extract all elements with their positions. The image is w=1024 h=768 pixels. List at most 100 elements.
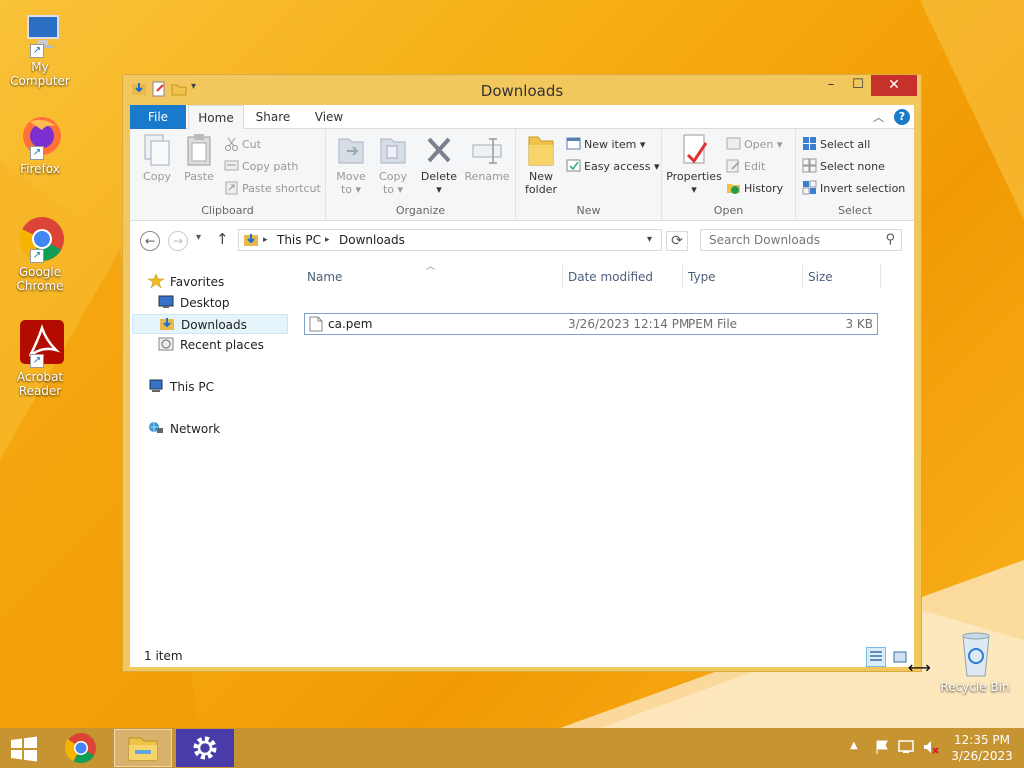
nav-downloads[interactable]: Downloads xyxy=(132,314,288,334)
address-dropdown-chevron-icon[interactable]: ▾ xyxy=(647,234,652,245)
search-box[interactable]: Search Downloads ⚲ xyxy=(700,229,902,251)
acrobat-icon: ↗ xyxy=(16,320,64,368)
address-row: ← → ▾ ↑ ▸ This PC ▸ Downloads ▾ ⟳ Search… xyxy=(130,223,914,257)
select-none-icon xyxy=(802,158,817,173)
nav-desktop[interactable]: Desktop xyxy=(158,293,230,313)
search-icon[interactable]: ⚲ xyxy=(885,232,895,247)
volume-muted-icon[interactable] xyxy=(922,739,940,758)
details-view-button[interactable] xyxy=(866,647,886,667)
desktop-icon-label: Acrobat Reader xyxy=(16,370,64,398)
edit-button[interactable]: Edit xyxy=(726,157,765,177)
nav-desktop-label: Desktop xyxy=(180,296,230,310)
nav-recent-places[interactable]: Recent places xyxy=(158,335,264,355)
minimize-button[interactable]: – xyxy=(817,75,845,96)
select-all-button[interactable]: Select all xyxy=(802,135,870,155)
start-button[interactable] xyxy=(0,729,48,767)
computer-icon: ↗ xyxy=(16,10,64,58)
back-button[interactable]: ← xyxy=(140,231,160,251)
easy-access-button[interactable]: Easy access ▾ xyxy=(566,157,660,177)
cut-button[interactable]: Cut xyxy=(224,135,261,155)
move-to-button[interactable]: Move to ▾ xyxy=(330,133,372,196)
desktop-icon-firefox[interactable]: ↗ Firefox xyxy=(0,112,80,176)
column-header-size[interactable]: Size xyxy=(808,267,833,287)
group-label-organize: Organize xyxy=(395,204,446,217)
tab-home[interactable]: Home xyxy=(188,105,244,130)
title-bar[interactable]: ▾ Downloads – ☐ ✕ xyxy=(123,75,921,105)
taskbar-settings[interactable] xyxy=(176,729,234,767)
column-header-type[interactable]: Type xyxy=(688,267,716,287)
downloads-folder-icon xyxy=(159,317,175,331)
properties-button[interactable]: Properties ▾ xyxy=(666,133,722,196)
group-open: Properties ▾ Open ▾ Edit History Open xyxy=(662,129,796,221)
delete-button[interactable]: Delete ▾ xyxy=(418,133,460,196)
group-clipboard: Copy Paste Cut Copy path Paste shortcut xyxy=(130,129,326,221)
properties-label: Properties xyxy=(666,170,722,183)
select-none-button[interactable]: Select none xyxy=(802,157,885,177)
address-bar[interactable]: ▸ This PC ▸ Downloads ▾ xyxy=(238,229,662,251)
large-icons-view-button[interactable] xyxy=(890,647,910,667)
nav-this-pc[interactable]: This PC xyxy=(148,377,214,397)
navigation-pane: Favorites Desktop Downloads Recent place… xyxy=(130,257,290,645)
new-folder-label-2: folder xyxy=(525,183,557,196)
table-row[interactable]: ca.pem 3/26/2023 12:14 PM PEM File 3 KB xyxy=(304,313,878,335)
paste-shortcut-label: Paste shortcut xyxy=(242,182,321,195)
copy-to-label-1: Copy xyxy=(379,170,407,183)
desktop-icon-label: My Computer xyxy=(10,60,70,88)
desktop-icon-chrome[interactable]: ↗ Google Chrome xyxy=(0,215,80,293)
close-button[interactable]: ✕ xyxy=(871,75,917,96)
column-header-date-modified[interactable]: Date modified xyxy=(568,267,653,287)
star-icon xyxy=(147,273,165,289)
file-explorer-icon xyxy=(128,737,158,761)
desktop-icon-recycle-bin[interactable]: Recycle Bin xyxy=(935,630,1015,694)
column-header-name[interactable]: Name xyxy=(307,267,342,287)
group-label-open: Open xyxy=(713,204,744,217)
desktop-icon-my-computer[interactable]: ↗ My Computer xyxy=(0,10,80,88)
network-tray-icon[interactable] xyxy=(898,739,916,758)
breadcrumb-downloads[interactable]: Downloads xyxy=(339,233,405,247)
nav-network[interactable]: Network xyxy=(148,419,220,439)
show-hidden-icons-chevron-icon[interactable]: ▲ xyxy=(850,740,858,751)
nav-favorites[interactable]: Favorites xyxy=(147,272,224,292)
file-date-modified: 3/26/2023 12:14 PM xyxy=(568,317,690,331)
window-content: File Home Share View ︿ ? Copy Paste Cut … xyxy=(130,105,914,667)
tab-view[interactable]: View xyxy=(302,105,356,129)
delete-icon xyxy=(423,133,455,167)
help-icon[interactable]: ? xyxy=(894,109,910,125)
breadcrumb-this-pc[interactable]: This PC xyxy=(277,233,321,247)
delete-label: Delete xyxy=(420,170,458,183)
tab-file[interactable]: File xyxy=(130,105,186,129)
chevron-up-icon[interactable]: ︿ xyxy=(873,109,884,125)
up-arrow-icon[interactable]: ↑ xyxy=(216,230,229,248)
item-count: 1 item xyxy=(144,649,183,663)
forward-button[interactable]: → xyxy=(168,231,188,251)
nav-recent-places-label: Recent places xyxy=(180,338,264,352)
history-button[interactable]: History xyxy=(726,179,783,199)
invert-selection-icon xyxy=(802,180,817,195)
taskbar-chrome[interactable] xyxy=(52,729,110,767)
refresh-button[interactable]: ⟳ xyxy=(666,231,688,251)
desktop-icon-acrobat[interactable]: ↗ Acrobat Reader xyxy=(0,320,80,398)
open-button[interactable]: Open ▾ xyxy=(726,135,782,155)
new-folder-button[interactable]: New folder xyxy=(520,133,562,196)
recent-locations-chevron-icon[interactable]: ▾ xyxy=(196,232,201,243)
rename-button[interactable]: Rename xyxy=(464,133,510,183)
invert-selection-button[interactable]: Invert selection xyxy=(802,179,905,199)
taskbar-clock[interactable]: 12:35 PM 3/26/2023 xyxy=(950,732,1014,764)
new-item-button[interactable]: New item ▾ xyxy=(566,135,645,155)
clock-date: 3/26/2023 xyxy=(951,749,1013,763)
maximize-button[interactable]: ☐ xyxy=(845,75,871,96)
group-select: Select all Select none Invert selection … xyxy=(796,129,914,221)
network-icon xyxy=(148,421,164,435)
paste-button[interactable]: Paste xyxy=(178,133,220,183)
taskbar-file-explorer[interactable] xyxy=(114,729,172,767)
open-label: Open ▾ xyxy=(744,138,783,151)
easy-access-icon xyxy=(566,158,581,173)
paste-shortcut-icon xyxy=(224,180,239,195)
scissors-icon xyxy=(224,136,239,151)
paste-shortcut-button[interactable]: Paste shortcut xyxy=(224,179,321,199)
copy-path-button[interactable]: Copy path xyxy=(224,157,298,177)
copy-button[interactable]: Copy xyxy=(136,133,178,183)
copy-to-button[interactable]: Copy to ▾ xyxy=(372,133,414,196)
tab-share[interactable]: Share xyxy=(248,105,298,129)
action-center-flag-icon[interactable] xyxy=(874,739,890,758)
